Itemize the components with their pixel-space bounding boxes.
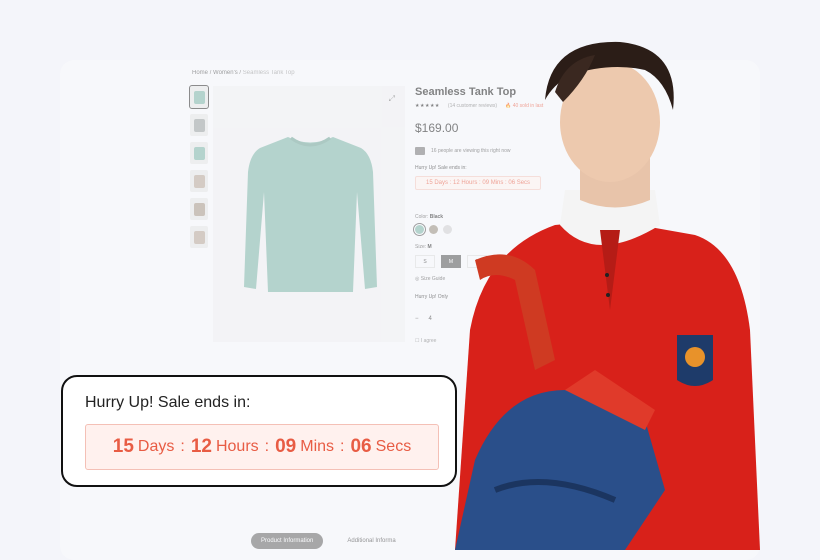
countdown-separator: : <box>264 438 270 455</box>
countdown-mins-label: Mins <box>300 438 335 455</box>
thumbnail-3[interactable] <box>190 142 208 164</box>
thumbnail-6[interactable] <box>190 226 208 248</box>
countdown-separator: : <box>180 438 185 455</box>
breadcrumb: Home / Women's / Seamless Tank Top <box>192 70 295 76</box>
thumbnail-5[interactable] <box>190 198 208 220</box>
breadcrumb-current: Seamless Tank Top <box>242 70 295 76</box>
countdown-days: 15 <box>112 436 134 457</box>
countdown-hours: 12 <box>190 436 212 457</box>
countdown-hours-label: Hours <box>215 438 259 455</box>
breadcrumb-separator: / <box>239 70 242 76</box>
main-product-image[interactable]: ⤢ <box>213 86 405 342</box>
countdown-separator: : <box>340 438 345 455</box>
countdown-secs-label: Secs <box>375 438 412 455</box>
countdown-secs: 06 <box>350 436 372 457</box>
thumbnail-list <box>189 85 209 254</box>
thumbnail-4[interactable] <box>190 170 208 192</box>
breadcrumb-home[interactable]: Home <box>192 70 208 76</box>
tab-product-information[interactable]: Product Information <box>251 533 324 549</box>
sale-countdown-popup: Hurry Up! Sale ends in: 15 Days : 12 Hours… <box>61 375 457 487</box>
breadcrumb-separator: / <box>209 70 212 76</box>
countdown-timer: 15 Days : 12 Hours : 09 Mins : 06 Secs <box>85 424 439 470</box>
sale-ends-title: Hurry Up! Sale ends in: <box>85 394 251 411</box>
countdown-days-label: Days <box>137 438 175 455</box>
thumbnail-2[interactable] <box>190 114 208 136</box>
breadcrumb-section[interactable]: Women's <box>213 70 238 76</box>
thumbnail-1[interactable] <box>189 85 209 109</box>
model-photo <box>455 41 760 550</box>
product-tabs: Product Information Additional Informa <box>251 533 406 549</box>
sweater-image <box>244 136 377 292</box>
countdown-mins: 09 <box>275 436 297 457</box>
